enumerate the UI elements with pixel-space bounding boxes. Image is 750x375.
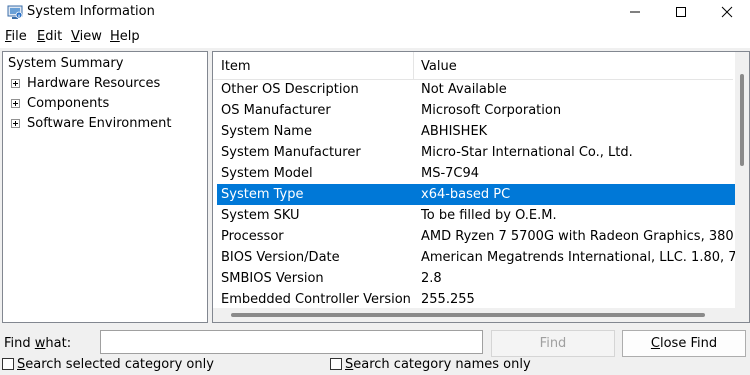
cell-value: ABHISHEK bbox=[421, 124, 488, 139]
table-row[interactable]: System SKU To be filled by O.E.M. bbox=[217, 205, 745, 226]
cell-item: System Manufacturer bbox=[221, 145, 361, 160]
minimize-icon bbox=[630, 11, 640, 13]
table-row[interactable]: SMBIOS Version 2.8 bbox=[217, 268, 745, 289]
minimize-button[interactable] bbox=[612, 0, 658, 25]
cell-value: Micro-Star International Co., Ltd. bbox=[421, 145, 633, 160]
tree-item-label: Components bbox=[27, 96, 110, 111]
category-tree[interactable]: System Summary Hardware Resources Compon… bbox=[2, 51, 208, 323]
column-header-value[interactable]: Value bbox=[421, 59, 457, 74]
close-find-button[interactable]: Close Find bbox=[622, 330, 746, 357]
search-selected-category-checkbox[interactable] bbox=[2, 358, 14, 370]
maximize-icon bbox=[676, 7, 686, 17]
find-button[interactable]: Find bbox=[491, 330, 615, 357]
search-category-names-label[interactable]: Search category names only bbox=[345, 357, 531, 372]
search-selected-category-label[interactable]: Search selected category only bbox=[17, 357, 214, 372]
menu-edit[interactable]: Edit bbox=[37, 29, 62, 44]
tree-item-label: Hardware Resources bbox=[27, 76, 161, 91]
close-icon bbox=[721, 6, 733, 18]
table-row[interactable]: Other OS Description Not Available bbox=[217, 79, 745, 100]
cell-item: Embedded Controller Version bbox=[221, 292, 411, 307]
list-header: Item Value bbox=[213, 52, 733, 80]
menu-view[interactable]: View bbox=[71, 29, 102, 44]
table-row[interactable]: Embedded Controller Version 255.255 bbox=[217, 289, 745, 310]
horizontal-scrollbar[interactable] bbox=[213, 308, 749, 322]
cell-item: SMBIOS Version bbox=[221, 271, 324, 286]
vertical-scrollbar[interactable] bbox=[735, 52, 749, 308]
cell-value: Not Available bbox=[421, 82, 507, 97]
cell-item: OS Manufacturer bbox=[221, 103, 331, 118]
details-list[interactable]: Item Value Other OS Description Not Avail… bbox=[212, 51, 750, 323]
cell-value: AMD Ryzen 7 5700G with Radeon Graphics, … bbox=[421, 229, 750, 244]
title-bar: System Information bbox=[0, 0, 750, 25]
find-what-input[interactable] bbox=[100, 330, 483, 354]
column-header-item[interactable]: Item bbox=[221, 59, 251, 74]
cell-value: MS-7C94 bbox=[421, 166, 480, 181]
menu-bar: File Edit View Help bbox=[0, 25, 750, 48]
menu-file[interactable]: File bbox=[5, 29, 27, 44]
cell-item: System Model bbox=[221, 166, 313, 181]
cell-item: BIOS Version/Date bbox=[221, 250, 340, 265]
close-button[interactable] bbox=[704, 0, 750, 25]
expand-icon[interactable] bbox=[11, 119, 20, 128]
table-row[interactable]: BIOS Version/Date American Megatrends Int… bbox=[217, 247, 749, 268]
cell-item: System Type bbox=[221, 187, 304, 202]
cell-item: System SKU bbox=[221, 208, 300, 223]
cell-value: 255.255 bbox=[421, 292, 475, 307]
window-title: System Information bbox=[27, 4, 155, 19]
cell-item: Processor bbox=[221, 229, 284, 244]
system-info-icon bbox=[7, 5, 23, 19]
cell-item: Other OS Description bbox=[221, 82, 359, 97]
expand-icon[interactable] bbox=[11, 99, 20, 108]
expand-icon[interactable] bbox=[11, 79, 20, 88]
table-row[interactable]: Processor AMD Ryzen 7 5700G with Radeon G… bbox=[217, 226, 749, 247]
cell-value: 2.8 bbox=[421, 271, 442, 286]
table-row[interactable]: System Name ABHISHEK bbox=[217, 121, 745, 142]
scroll-thumb[interactable] bbox=[231, 313, 705, 317]
cell-value: x64-based PC bbox=[421, 187, 511, 202]
tree-item-label: Software Environment bbox=[27, 116, 172, 131]
find-what-label: Find what: bbox=[4, 336, 72, 351]
menu-help[interactable]: Help bbox=[110, 29, 140, 44]
search-category-names-checkbox[interactable] bbox=[330, 358, 342, 370]
table-row[interactable]: System Type x64-based PC bbox=[217, 184, 745, 205]
table-row[interactable]: OS Manufacturer Microsoft Corporation bbox=[217, 100, 745, 121]
tree-item-label: System Summary bbox=[8, 56, 124, 71]
scroll-thumb[interactable] bbox=[740, 74, 744, 166]
cell-value: To be filled by O.E.M. bbox=[421, 208, 557, 223]
column-divider[interactable] bbox=[413, 52, 414, 79]
table-row[interactable]: System Manufacturer Micro-Star Internatio… bbox=[217, 142, 745, 163]
cell-value: American Megatrends International, LLC. … bbox=[421, 250, 749, 265]
cell-value: Microsoft Corporation bbox=[421, 103, 562, 118]
maximize-button[interactable] bbox=[658, 0, 704, 25]
table-row[interactable]: System Model MS-7C94 bbox=[217, 163, 745, 184]
cell-item: System Name bbox=[221, 124, 312, 139]
